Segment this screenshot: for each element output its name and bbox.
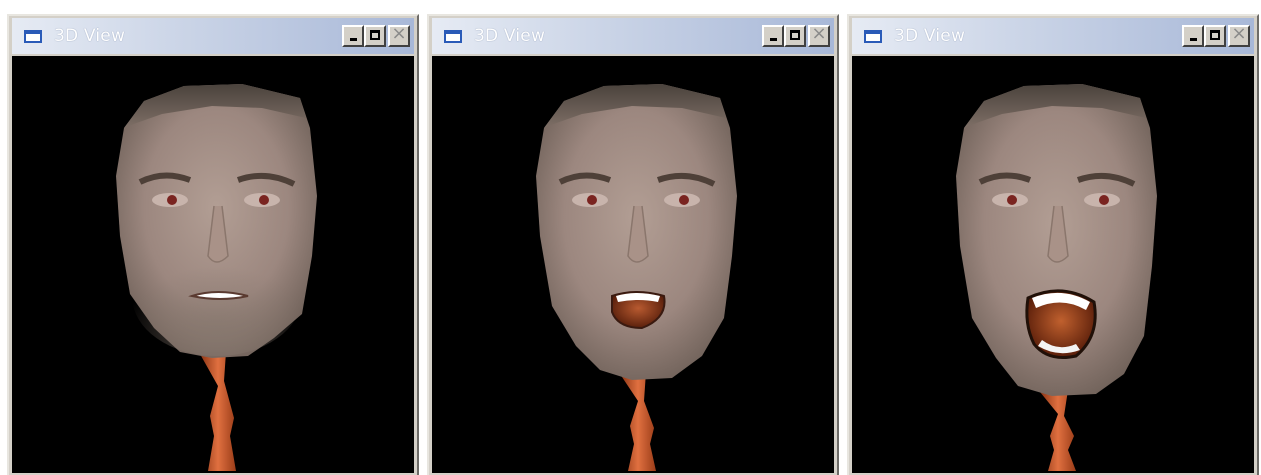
minimize-icon: [350, 38, 357, 41]
titlebar[interactable]: 3D View ×: [12, 18, 414, 54]
screen: 3D View × 3D View × 3D View ×: [0, 0, 1261, 475]
3d-viewport[interactable]: [852, 56, 1254, 473]
neck-shape: [1040, 390, 1076, 471]
close-icon: ×: [1231, 23, 1247, 44]
minimize-button[interactable]: [762, 25, 784, 47]
3d-viewport[interactable]: [432, 56, 834, 473]
minimize-icon: [1190, 38, 1197, 41]
minimize-button[interactable]: [342, 25, 364, 47]
window-title: 3D View: [54, 26, 126, 46]
face-render: [956, 84, 1157, 471]
neck-shape: [620, 372, 656, 471]
maximize-icon: [790, 30, 800, 40]
maximize-button[interactable]: [1204, 25, 1226, 47]
window-3d-view-3[interactable]: 3D View ×: [847, 14, 1259, 475]
window-3d-view-1[interactable]: 3D View ×: [7, 14, 419, 475]
window-3d-view-2[interactable]: 3D View ×: [427, 14, 839, 475]
maximize-icon: [1210, 30, 1220, 40]
titlebar[interactable]: 3D View ×: [432, 18, 834, 54]
3d-viewport[interactable]: [12, 56, 414, 473]
maximize-button[interactable]: [784, 25, 806, 47]
neck-shape: [200, 352, 236, 471]
face-render: [536, 84, 737, 471]
window-controls: ×: [762, 25, 830, 47]
window-icon[interactable]: [24, 29, 42, 43]
maximize-icon: [370, 30, 380, 40]
maximize-button[interactable]: [364, 25, 386, 47]
face-render: [116, 84, 317, 471]
minimize-icon: [770, 38, 777, 41]
window-controls: ×: [342, 25, 410, 47]
window-controls: ×: [1182, 25, 1250, 47]
close-button[interactable]: ×: [388, 25, 410, 47]
window-title: 3D View: [894, 26, 966, 46]
titlebar[interactable]: 3D View ×: [852, 18, 1254, 54]
minimize-button[interactable]: [1182, 25, 1204, 47]
close-button[interactable]: ×: [1228, 25, 1250, 47]
window-icon[interactable]: [444, 29, 462, 43]
window-title: 3D View: [474, 26, 546, 46]
close-icon: ×: [811, 23, 827, 44]
window-icon[interactable]: [864, 29, 882, 43]
close-button[interactable]: ×: [808, 25, 830, 47]
close-icon: ×: [391, 23, 407, 44]
